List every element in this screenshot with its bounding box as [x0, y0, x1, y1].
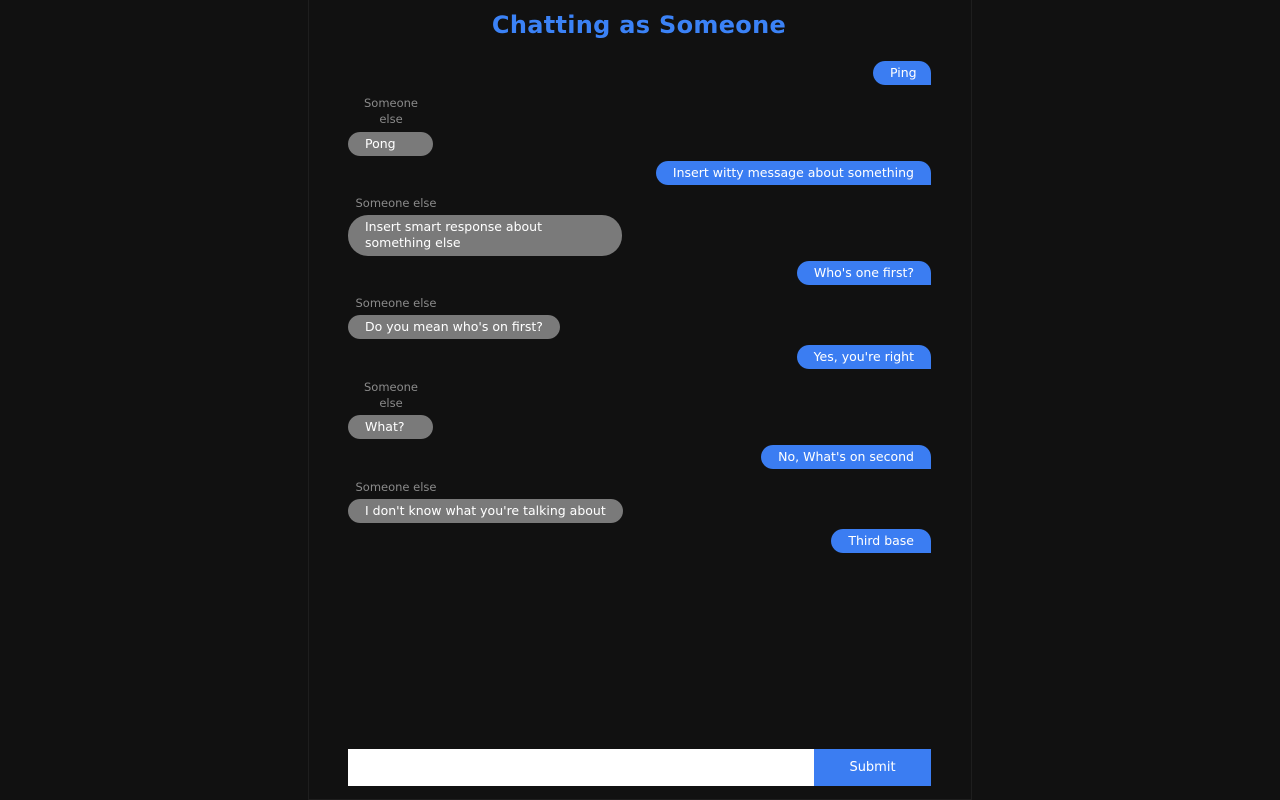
- incoming-message: What?: [348, 415, 433, 439]
- incoming-message: I don't know what you're talking about: [348, 499, 623, 523]
- submit-button[interactable]: Submit: [814, 749, 931, 786]
- message-composer: Submit: [348, 749, 931, 786]
- outgoing-message: Who's one first?: [796, 261, 931, 285]
- sender-name: Someone else: [363, 380, 418, 410]
- page-title: Chatting as Someone: [491, 11, 787, 39]
- sender-name: Someone else: [355, 480, 437, 494]
- outgoing-message: No, What's on second: [761, 445, 931, 469]
- outgoing-message: Ping: [873, 61, 931, 85]
- incoming-message: Insert smart response about something el…: [348, 215, 622, 256]
- outgoing-message: Third base: [831, 529, 931, 553]
- outgoing-message: Insert witty message about something: [655, 161, 931, 185]
- sender-name: Someone else: [355, 296, 437, 310]
- outgoing-message: Yes, you're right: [796, 345, 931, 369]
- incoming-message: Pong: [348, 132, 433, 156]
- incoming-message: Do you mean who's on first?: [348, 315, 560, 339]
- sender-name: Someone else: [363, 96, 418, 126]
- message-input[interactable]: [348, 749, 814, 786]
- sender-name: Someone else: [355, 196, 437, 210]
